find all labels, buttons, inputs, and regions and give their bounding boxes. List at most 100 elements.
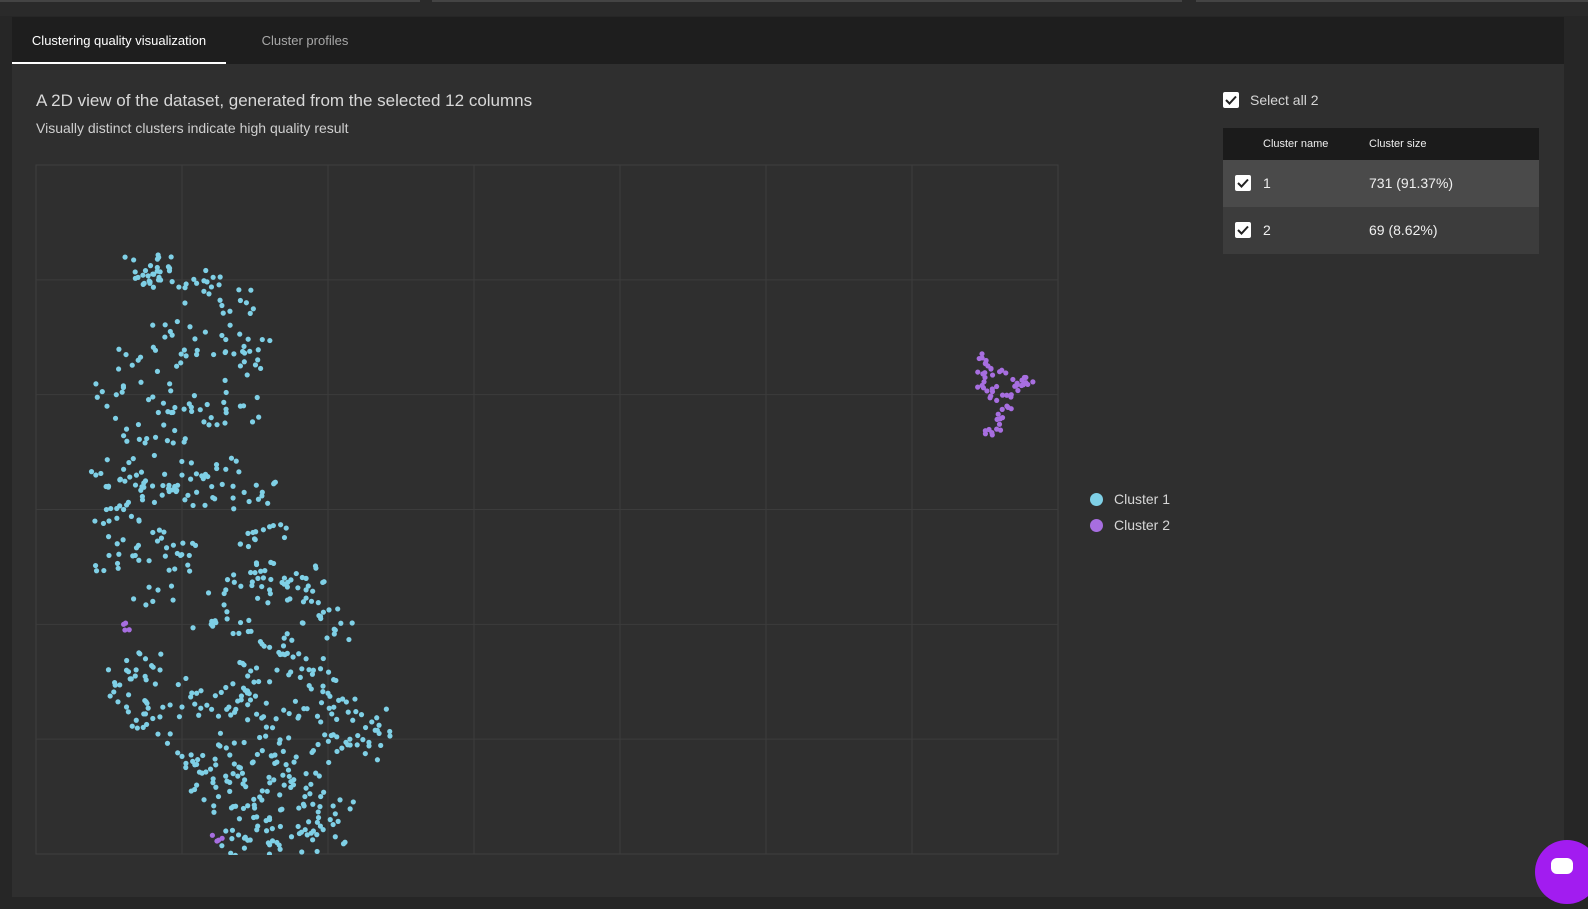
data-point — [170, 440, 176, 446]
data-point — [343, 699, 349, 705]
data-point — [338, 620, 344, 626]
data-point — [263, 828, 270, 834]
row-checkbox[interactable] — [1235, 175, 1251, 191]
data-point — [999, 406, 1005, 412]
data-point — [271, 480, 277, 486]
data-point — [114, 515, 120, 521]
select-all[interactable]: Select all 2 — [1223, 92, 1318, 108]
data-point — [165, 264, 172, 270]
data-point — [182, 285, 188, 291]
data-point — [217, 743, 223, 749]
data-point — [362, 750, 368, 757]
data-point — [251, 796, 257, 802]
data-point — [201, 419, 207, 425]
data-point — [339, 745, 345, 751]
data-point — [235, 698, 241, 704]
data-point — [156, 274, 162, 280]
select-all-checkbox[interactable] — [1223, 92, 1239, 108]
data-point — [301, 706, 307, 712]
data-point — [212, 693, 218, 699]
data-point — [289, 637, 295, 643]
data-point — [114, 560, 121, 567]
data-point — [107, 693, 113, 699]
data-point — [263, 818, 269, 824]
data-point — [125, 709, 131, 715]
data-point — [241, 359, 247, 365]
data-point — [334, 716, 340, 722]
data-point — [192, 542, 199, 548]
table-row[interactable]: 2 69 (8.62%) — [1223, 207, 1539, 254]
data-point — [299, 620, 305, 626]
data-point — [121, 466, 127, 472]
data-point — [241, 662, 247, 668]
legend-item-cluster-1[interactable]: Cluster 1 — [1090, 486, 1170, 512]
data-point — [232, 852, 238, 855]
data-point — [263, 724, 270, 730]
data-point — [240, 348, 246, 355]
checkmark-icon — [1237, 178, 1249, 188]
data-point — [302, 793, 308, 800]
data-point — [331, 626, 337, 632]
data-point — [303, 785, 309, 791]
data-point — [327, 817, 333, 823]
data-point — [124, 438, 130, 444]
data-point — [139, 493, 145, 500]
data-point — [253, 711, 260, 717]
data-point — [135, 421, 142, 428]
row-checkbox[interactable] — [1235, 222, 1251, 238]
data-point — [292, 698, 299, 704]
data-point — [224, 609, 230, 615]
data-point — [259, 493, 265, 499]
tab-cluster-profiles[interactable]: Cluster profiles — [242, 17, 368, 64]
data-point — [254, 751, 260, 758]
tab-bar: Clustering quality visualization Cluster… — [12, 17, 1564, 64]
data-point — [115, 366, 122, 372]
data-point — [194, 690, 200, 696]
data-point — [237, 363, 243, 369]
data-point — [1020, 382, 1026, 388]
chat-bubble-icon — [1551, 858, 1573, 874]
data-point — [103, 506, 110, 513]
tab-clustering-quality-visualization[interactable]: Clustering quality visualization — [12, 17, 226, 64]
data-point — [200, 752, 206, 759]
data-point — [315, 809, 321, 815]
data-point — [993, 383, 1000, 390]
data-point — [168, 254, 174, 260]
data-point — [387, 728, 393, 735]
column-header-cluster-size[interactable]: Cluster size — [1369, 128, 1426, 160]
data-point — [212, 618, 218, 624]
data-point — [301, 803, 307, 809]
data-point — [317, 804, 323, 810]
data-point — [305, 583, 311, 589]
data-point — [352, 696, 358, 702]
data-point — [105, 534, 112, 540]
data-point — [324, 635, 330, 641]
data-point — [231, 740, 237, 746]
data-point — [143, 699, 149, 705]
data-point — [206, 422, 212, 428]
data-point — [342, 839, 348, 845]
table-row[interactable]: 1 731 (91.37%) — [1223, 160, 1539, 207]
data-point — [307, 791, 313, 797]
data-point — [270, 522, 276, 529]
data-point — [313, 770, 319, 776]
data-point — [223, 406, 229, 412]
data-point — [120, 537, 126, 543]
data-point — [220, 310, 226, 316]
data-point — [201, 288, 207, 294]
data-point — [142, 268, 149, 274]
data-point — [245, 673, 251, 679]
data-point — [297, 674, 303, 681]
data-point — [308, 781, 314, 787]
column-header-cluster-name[interactable]: Cluster name — [1263, 128, 1328, 160]
data-point — [214, 838, 220, 844]
legend-dot-icon — [1090, 492, 1103, 506]
data-point — [122, 478, 128, 484]
data-point — [172, 427, 178, 434]
data-point — [179, 472, 185, 478]
data-point — [93, 568, 100, 574]
data-point — [318, 700, 325, 706]
legend-item-cluster-2[interactable]: Cluster 2 — [1090, 512, 1170, 538]
data-point — [182, 300, 188, 306]
data-point — [219, 481, 225, 487]
